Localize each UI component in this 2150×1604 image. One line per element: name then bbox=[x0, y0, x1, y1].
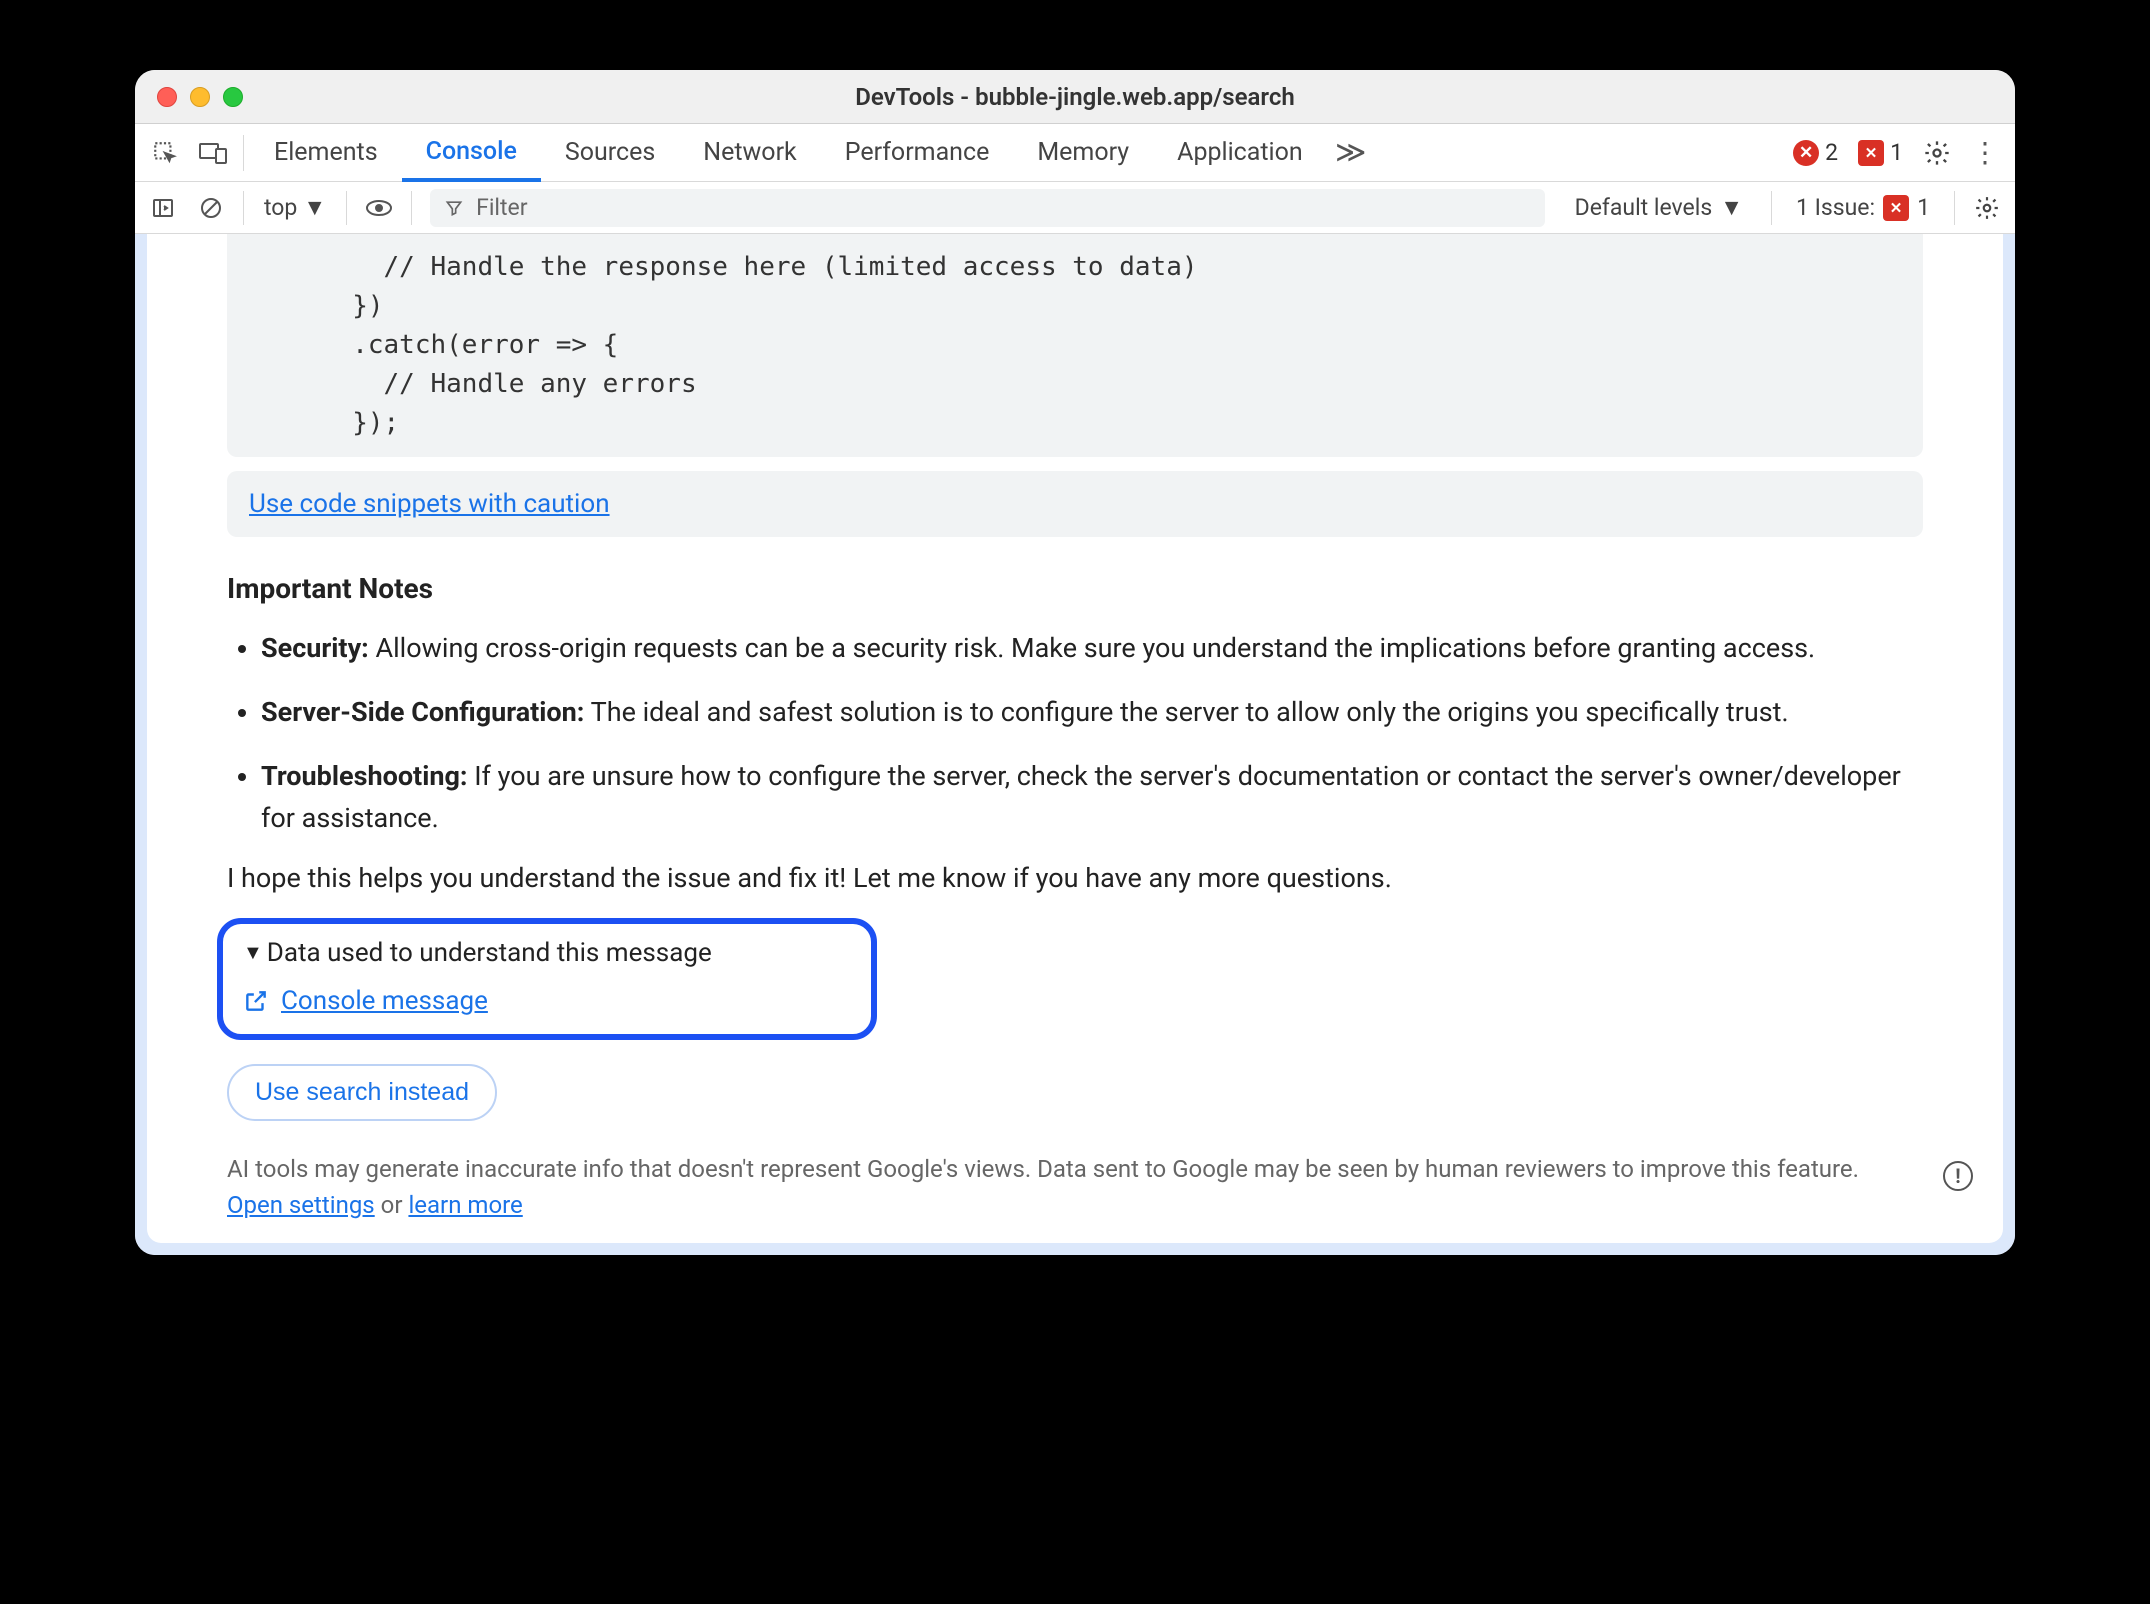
errors-count: 2 bbox=[1825, 139, 1838, 166]
console-settings-icon[interactable] bbox=[1965, 188, 2009, 228]
important-notes: Important Notes Security: Allowing cross… bbox=[227, 567, 1923, 840]
devtools-window: DevTools - bubble-jingle.web.app/search … bbox=[135, 70, 2015, 1255]
issue-flag-icon: ✕ bbox=[1858, 140, 1884, 166]
learn-more-link[interactable]: learn more bbox=[408, 1191, 522, 1219]
tab-console[interactable]: Console bbox=[402, 125, 541, 182]
snippet-caution-link[interactable]: Use code snippets with caution bbox=[249, 489, 610, 519]
note-security: Security: Allowing cross-origin requests… bbox=[261, 628, 1923, 670]
console-toolbar: top ▼ Filter Default levels ▼ 1 Issue: ✕… bbox=[135, 182, 2015, 234]
titlebar: DevTools - bubble-jingle.web.app/search bbox=[135, 70, 2015, 124]
data-used-section: ▼ Data used to understand this message C… bbox=[217, 918, 877, 1040]
tab-performance[interactable]: Performance bbox=[821, 124, 1014, 181]
device-toggle-icon[interactable] bbox=[189, 133, 237, 173]
external-link-icon bbox=[243, 988, 269, 1014]
notes-heading: Important Notes bbox=[227, 567, 1923, 610]
code-block: // Handle the response here (limited acc… bbox=[227, 234, 1923, 457]
chevron-down-icon: ▼ bbox=[303, 194, 326, 221]
content-area: // Handle the response here (limited acc… bbox=[135, 234, 2015, 1255]
tab-application[interactable]: Application bbox=[1153, 124, 1327, 181]
live-expression-icon[interactable] bbox=[357, 188, 401, 228]
console-message-row: Console message bbox=[243, 986, 851, 1016]
clear-console-icon[interactable] bbox=[189, 188, 233, 228]
closing-text: I hope this helps you understand the iss… bbox=[227, 862, 1923, 894]
window-controls bbox=[157, 87, 243, 107]
tab-network[interactable]: Network bbox=[679, 124, 820, 181]
ai-disclaimer: AI tools may generate inaccurate info th… bbox=[227, 1151, 1973, 1223]
toggle-sidebar-icon[interactable] bbox=[141, 188, 185, 228]
issues-count: 1 bbox=[1890, 139, 1903, 166]
open-settings-link[interactable]: Open settings bbox=[227, 1191, 375, 1219]
snippet-caution-bar: Use code snippets with caution bbox=[227, 471, 1923, 537]
chevron-down-icon: ▼ bbox=[1720, 194, 1743, 221]
settings-icon[interactable] bbox=[1913, 133, 1961, 173]
issues-badge[interactable]: ✕ 1 bbox=[1858, 139, 1903, 166]
context-selector[interactable]: top ▼ bbox=[254, 194, 336, 221]
main-tabs: Elements Console Sources Network Perform… bbox=[135, 124, 2015, 182]
note-server: Server-Side Configuration: The ideal and… bbox=[261, 692, 1923, 734]
tab-elements[interactable]: Elements bbox=[250, 124, 402, 181]
console-message-link[interactable]: Console message bbox=[281, 986, 488, 1016]
minimize-window-button[interactable] bbox=[190, 87, 210, 107]
maximize-window-button[interactable] bbox=[223, 87, 243, 107]
more-tabs-icon[interactable]: ≫ bbox=[1327, 133, 1375, 173]
note-troubleshooting: Troubleshooting: If you are unsure how t… bbox=[261, 756, 1923, 840]
info-icon[interactable]: ! bbox=[1943, 1161, 1973, 1191]
filter-placeholder: Filter bbox=[476, 194, 527, 221]
window-title: DevTools - bubble-jingle.web.app/search bbox=[135, 83, 2015, 111]
filter-input[interactable]: Filter bbox=[430, 189, 1545, 227]
filter-icon bbox=[444, 198, 464, 218]
tab-memory[interactable]: Memory bbox=[1013, 124, 1153, 181]
log-levels-selector[interactable]: Default levels ▼ bbox=[1557, 194, 1761, 221]
errors-badge[interactable]: ✕ 2 bbox=[1793, 139, 1838, 166]
triangle-down-icon: ▼ bbox=[243, 940, 263, 965]
disclaimer-text: AI tools may generate inaccurate info th… bbox=[227, 1151, 1913, 1223]
ai-message-card: // Handle the response here (limited acc… bbox=[147, 234, 2003, 1243]
issue-counter[interactable]: 1 Issue: ✕ 1 bbox=[1782, 194, 1944, 221]
data-used-disclosure[interactable]: ▼ Data used to understand this message bbox=[243, 938, 851, 968]
error-icon: ✕ bbox=[1793, 140, 1819, 166]
tab-sources[interactable]: Sources bbox=[541, 124, 679, 181]
issue-flag-icon: ✕ bbox=[1883, 195, 1909, 221]
use-search-button[interactable]: Use search instead bbox=[227, 1064, 497, 1121]
close-window-button[interactable] bbox=[157, 87, 177, 107]
inspect-icon[interactable] bbox=[141, 133, 189, 173]
kebab-menu-icon[interactable]: ⋮ bbox=[1961, 133, 2009, 173]
